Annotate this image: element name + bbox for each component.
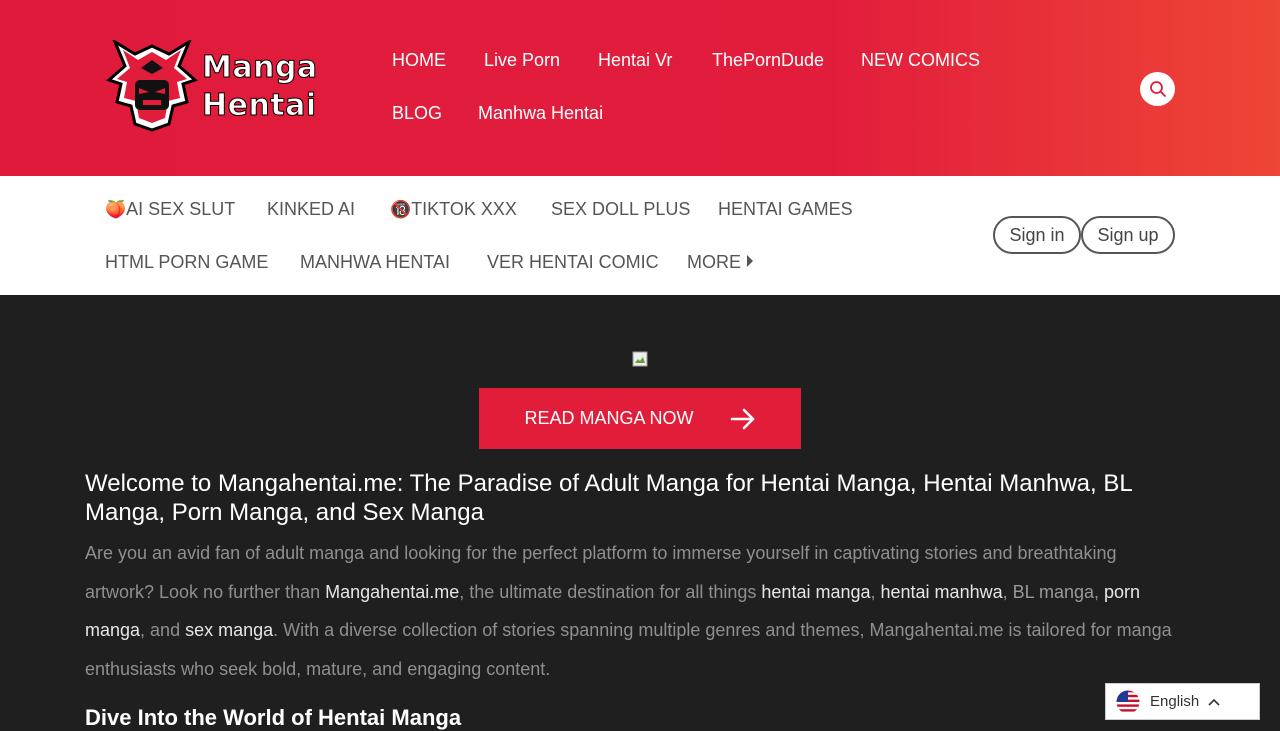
- caret-right-icon: [747, 255, 753, 267]
- peach-icon: 🍑: [105, 200, 127, 219]
- intro-paragraph: Are you an avid fan of adult manga and l…: [85, 534, 1185, 688]
- link-bl-manga[interactable]: BL manga: [1013, 582, 1094, 602]
- subnav-hentai-games[interactable]: HENTAI GAMES: [718, 199, 853, 220]
- read-manga-now-button[interactable]: READ MANGA NOW: [479, 388, 801, 449]
- search-icon: [1149, 81, 1166, 97]
- sign-in-button[interactable]: Sign in: [993, 216, 1081, 254]
- link-hentai-manga[interactable]: hentai manga: [761, 582, 870, 602]
- intro-text: ,: [1002, 581, 1013, 602]
- link-mangahentai[interactable]: Mangahentai.me: [325, 582, 459, 602]
- subnav-html-porn-game[interactable]: HTML PORN GAME: [105, 252, 268, 273]
- nav-live-porn[interactable]: Live Porn: [484, 50, 560, 71]
- broken-image-icon: [632, 351, 648, 367]
- language-label: English: [1150, 693, 1200, 710]
- site-logo[interactable]: Manga Hentai: [105, 38, 340, 132]
- subnav-ver-hentai-comic[interactable]: VER HENTAI COMIC: [487, 252, 659, 273]
- language-selector[interactable]: English: [1105, 683, 1260, 720]
- intro-text: ,: [1094, 581, 1105, 602]
- subnav-sex-doll-plus[interactable]: SEX DOLL PLUS: [551, 199, 690, 220]
- arrow-right-icon: [730, 408, 754, 429]
- sign-up-button[interactable]: Sign up: [1081, 216, 1175, 254]
- intro-text: , the ultimate destination for all thing…: [459, 581, 762, 602]
- subnav-label: AI SEX SLUT: [126, 199, 236, 219]
- logo-text-hentai: Hentai: [202, 88, 317, 124]
- site-header: Manga Hentai HOME Live Porn Hentai Vr Th…: [0, 0, 1280, 176]
- subnav-tiktok-xxx[interactable]: 🔞TIKTOK XXX: [390, 199, 517, 220]
- section-heading: Dive Into the World of Hentai Manga: [85, 705, 462, 730]
- subnav-label: TIKTOK XXX: [411, 199, 517, 219]
- nav-manhwa-hentai[interactable]: Manhwa Hentai: [478, 103, 603, 124]
- subnav-more-label: MORE: [687, 252, 741, 272]
- nav-new-comics[interactable]: NEW COMICS: [861, 50, 980, 71]
- page-heading: Welcome to Mangahentai.me: The Paradise …: [85, 470, 1132, 526]
- intro-text: , and: [140, 620, 186, 640]
- nav-blog[interactable]: BLOG: [392, 103, 442, 124]
- nav-theporndude[interactable]: ThePornDude: [712, 50, 824, 71]
- chevron-up-icon: [1208, 698, 1220, 706]
- cta-label: READ MANGA NOW: [524, 408, 694, 428]
- subnav-kinked-ai[interactable]: KINKED AI: [267, 199, 355, 220]
- adult-18-icon: 🔞: [390, 200, 412, 219]
- subnav-more[interactable]: MORE: [687, 252, 753, 273]
- subnav-ai-sex-slut[interactable]: 🍑AI SEX SLUT: [105, 199, 235, 220]
- logo-text-manga: Manga: [202, 50, 318, 86]
- link-hentai-manhwa[interactable]: hentai manhwa: [881, 582, 1003, 602]
- search-button[interactable]: [1140, 72, 1175, 106]
- link-sex-manga[interactable]: sex manga: [185, 620, 273, 640]
- nav-hentai-vr[interactable]: Hentai Vr: [598, 50, 672, 71]
- us-flag-icon: [1116, 690, 1140, 713]
- nav-home[interactable]: HOME: [392, 50, 446, 71]
- intro-text: ,: [870, 581, 881, 602]
- subnav-manhwa-hentai[interactable]: MANHWA HENTAI: [300, 252, 450, 273]
- samurai-mascot-icon: [106, 38, 198, 132]
